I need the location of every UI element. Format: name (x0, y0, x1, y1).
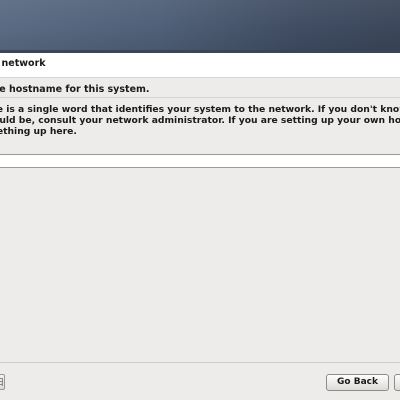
go-back-button[interactable]: Go Back (326, 374, 389, 391)
section-title: he network (0, 58, 46, 69)
hostname-prompt: r the hostname for this system. (0, 84, 150, 95)
description-line: omething up here. (0, 126, 77, 137)
section-title-bar: he network (0, 53, 400, 78)
footer-divider (0, 362, 400, 363)
divider (0, 97, 400, 98)
description-line: ame is a single word that identifies you… (0, 104, 400, 115)
description-line: should be, consult your network administ… (0, 115, 400, 126)
screenshot-button[interactable] (0, 374, 5, 390)
grid-icon (0, 378, 3, 386)
continue-button[interactable] (394, 374, 400, 391)
hostname-description: ame is a single word that identifies you… (0, 104, 400, 137)
banner (0, 0, 400, 50)
banner-shine (0, 0, 400, 50)
hostname-input[interactable] (0, 154, 400, 168)
